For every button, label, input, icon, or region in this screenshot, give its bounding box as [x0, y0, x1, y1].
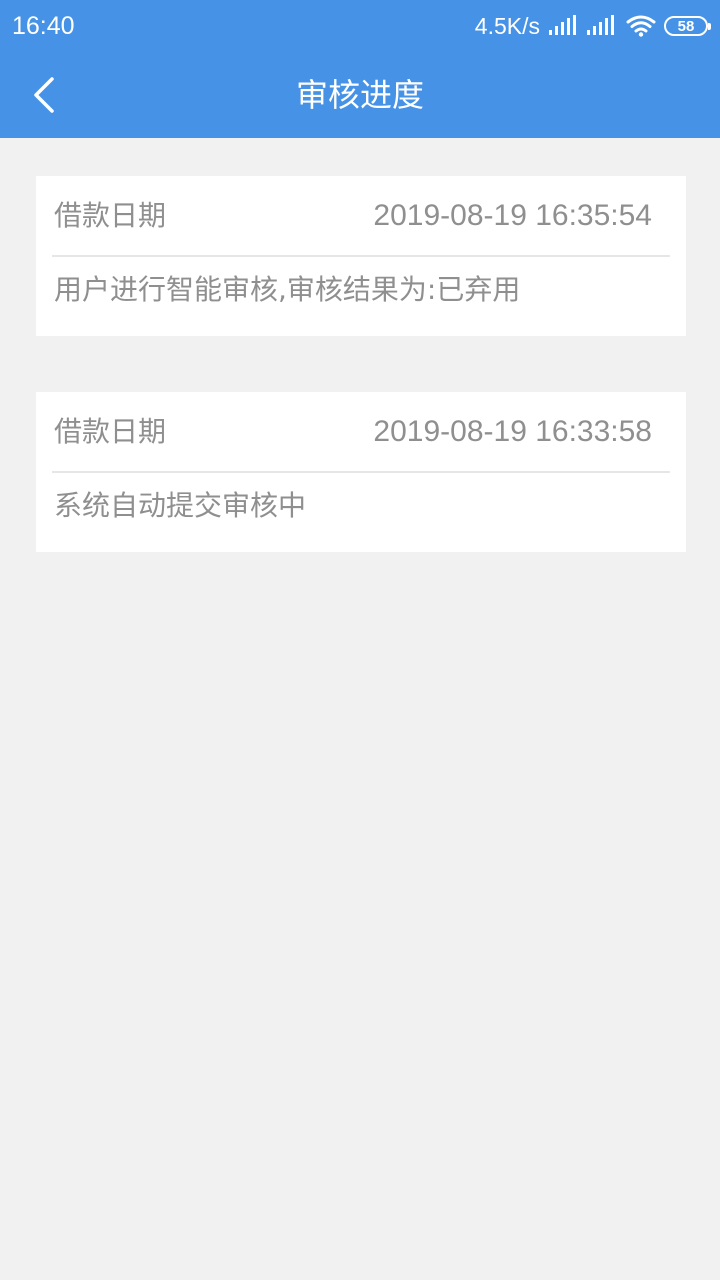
signal-icon	[587, 15, 614, 35]
wifi-icon	[626, 15, 656, 37]
record-header: 借款日期 2019-08-19 16:35:54	[52, 176, 670, 257]
page-title: 审核进度	[295, 76, 424, 114]
nav-bar: 审核进度	[0, 52, 720, 138]
status-indicators: 4.5K/s 58	[474, 10, 711, 42]
date-label: 借款日期	[54, 199, 167, 232]
battery-icon: 58	[664, 16, 711, 36]
record-header: 借款日期 2019-08-19 16:33:58	[52, 392, 670, 473]
date-label: 借款日期	[54, 415, 167, 448]
record-description: 用户进行智能审核,审核结果为:已弃用	[54, 273, 521, 306]
signal-icon	[549, 15, 576, 35]
date-value: 2019-08-19 16:35:54	[373, 199, 652, 232]
battery-level: 58	[677, 17, 695, 35]
status-bar: 16:40 4.5K/s 58	[0, 0, 720, 52]
date-value: 2019-08-19 16:33:58	[373, 415, 652, 448]
audit-record-card: 借款日期 2019-08-19 16:33:58 系统自动提交审核中	[36, 392, 686, 552]
record-description: 系统自动提交审核中	[54, 489, 307, 522]
app-header: 16:40 4.5K/s 58 审核进度	[0, 0, 720, 138]
audit-record-card: 借款日期 2019-08-19 16:35:54 用户进行智能审核,审核结果为:…	[36, 176, 686, 336]
status-time: 16:40	[12, 12, 75, 40]
network-speed: 4.5K/s	[474, 12, 540, 39]
